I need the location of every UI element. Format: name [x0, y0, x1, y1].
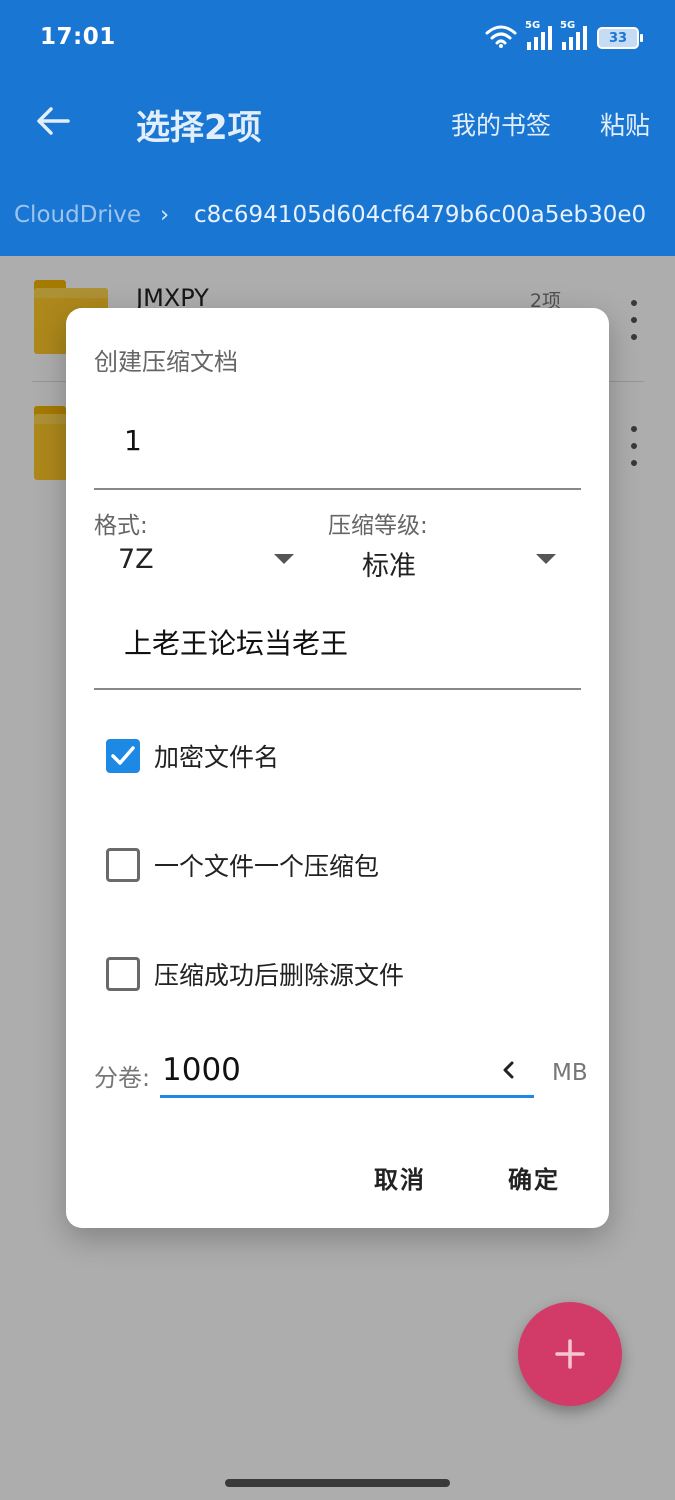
format-select[interactable]: 7Z — [118, 540, 298, 584]
compression-level-label: 压缩等级: — [328, 513, 428, 539]
plus-icon — [555, 1339, 585, 1369]
network-tag: 5G — [560, 20, 576, 31]
archive-comment-input[interactable]: 上老王论坛当老王 — [94, 608, 581, 690]
checkbox-label: 加密文件名 — [154, 743, 280, 772]
one-archive-per-file-option[interactable]: 一个文件一个压缩包 — [106, 845, 576, 885]
delete-source-option[interactable]: 压缩成功后删除源文件 — [106, 954, 576, 994]
checkbox[interactable] — [106, 739, 140, 773]
wifi-icon — [485, 24, 517, 52]
signal-icon: 5G — [525, 20, 552, 50]
checkbox-label: 一个文件一个压缩包 — [154, 852, 380, 881]
battery-level: 33 — [608, 30, 628, 46]
page-title: 选择2项 — [136, 108, 262, 148]
checkbox[interactable] — [106, 957, 140, 991]
status-bar: 17:01 5G 5G 33 — [0, 0, 675, 78]
bookmarks-button[interactable]: 我的书签 — [451, 106, 551, 142]
battery-icon: 33 — [597, 27, 643, 49]
ok-button[interactable]: 确定 — [508, 1160, 560, 1195]
dialog-title: 创建压缩文档 — [94, 348, 238, 376]
format-label: 格式: — [94, 513, 148, 539]
split-volume-unit: MB — [552, 1060, 588, 1086]
archive-comment-value: 上老王论坛当老王 — [124, 627, 349, 660]
dropdown-arrow-icon — [536, 554, 556, 564]
arrow-left-icon — [37, 107, 70, 135]
split-volume-value: 1000 — [162, 1052, 241, 1088]
compression-level-value: 标准 — [362, 551, 416, 582]
paste-button[interactable]: 粘贴 — [600, 106, 650, 142]
checkbox-label: 压缩成功后删除源文件 — [154, 961, 405, 990]
home-indicator[interactable] — [225, 1479, 450, 1487]
split-volume-input[interactable]: 1000 — [160, 1046, 534, 1098]
status-time: 17:01 — [40, 24, 116, 50]
cancel-button[interactable]: 取消 — [374, 1160, 426, 1195]
compression-level-select[interactable]: 标准 — [362, 540, 562, 584]
add-button[interactable] — [518, 1302, 622, 1406]
app-bar: 17:01 5G 5G 33 选择2项 我的书签 粘贴 CloudDrive ›… — [0, 0, 675, 256]
signal-icon: 5G — [560, 20, 587, 50]
breadcrumb: CloudDrive › c8c694105d604cf6479b6c00a5e… — [0, 188, 675, 244]
network-tag: 5G — [525, 20, 541, 31]
dropdown-arrow-icon — [274, 554, 294, 564]
archive-name-input[interactable]: 1 — [94, 412, 581, 490]
checkbox[interactable] — [106, 848, 140, 882]
toolbar: 选择2项 我的书签 粘贴 — [0, 78, 675, 168]
encrypt-filenames-option[interactable]: 加密文件名 — [106, 736, 576, 776]
status-icons: 5G 5G 33 — [485, 20, 643, 52]
format-select-value: 7Z — [118, 544, 154, 575]
check-icon — [111, 746, 135, 765]
chevron-left-icon[interactable] — [496, 1056, 520, 1084]
archive-name-value: 1 — [124, 424, 142, 457]
back-button[interactable] — [28, 96, 78, 146]
split-volume-label: 分卷: — [94, 1064, 151, 1092]
breadcrumb-item-current[interactable]: c8c694105d604cf6479b6c00a5eb30e0 — [194, 202, 646, 228]
breadcrumb-item-clouddrive[interactable]: CloudDrive — [14, 202, 141, 228]
chevron-right-icon: › — [160, 202, 170, 228]
create-archive-dialog: 创建压缩文档 1 格式: 压缩等级: 7Z 标准 上老王论坛当老王 加密文件名 … — [66, 308, 609, 1228]
